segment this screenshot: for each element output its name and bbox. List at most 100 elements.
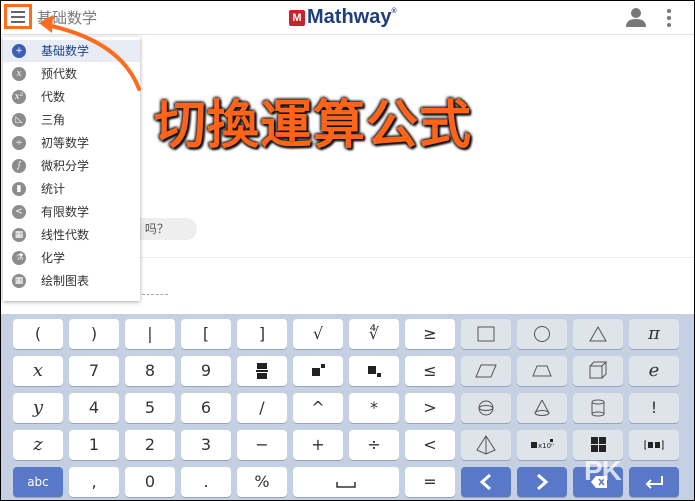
key-cube[interactable] bbox=[573, 356, 623, 386]
menu-item-trigonometry[interactable]: ◺ 三角 bbox=[3, 109, 140, 131]
divide-icon: ÷ bbox=[12, 136, 26, 150]
share-icon: < bbox=[12, 205, 26, 219]
cube-icon bbox=[589, 361, 608, 379]
key-circle[interactable] bbox=[517, 319, 567, 349]
key-percent[interactable]: % bbox=[237, 467, 287, 497]
key-x[interactable]: x bbox=[13, 356, 63, 386]
triangle-icon: ◺ bbox=[12, 113, 26, 127]
key-pi[interactable]: π bbox=[629, 319, 679, 349]
subscript-icon bbox=[368, 366, 381, 377]
space-icon bbox=[336, 482, 356, 488]
cone-icon bbox=[534, 399, 550, 416]
key-factorial[interactable]: ! bbox=[629, 393, 679, 423]
key-5[interactable]: 5 bbox=[125, 393, 175, 423]
menu-item-calculus[interactable]: ∫ 微积分学 bbox=[3, 155, 140, 177]
key-equals[interactable]: = bbox=[405, 467, 455, 497]
menu-item-label: 统计 bbox=[41, 182, 66, 196]
key-open-paren[interactable]: ( bbox=[13, 319, 63, 349]
key-parallelogram[interactable] bbox=[461, 356, 511, 386]
exponent-icon: x² bbox=[12, 90, 26, 104]
app-window: 基础数学 M Mathway® 么 吗？ 切換運算公式 + 基础数学 x 预代数 x²… bbox=[1, 1, 694, 500]
key-sphere[interactable] bbox=[461, 393, 511, 423]
key-0[interactable]: 0 bbox=[125, 467, 175, 497]
menu-item-label: 微积分学 bbox=[41, 159, 90, 173]
key-y[interactable]: y bbox=[13, 393, 63, 423]
key-geq[interactable]: ≥ bbox=[405, 319, 455, 349]
key-sqrt[interactable]: √ bbox=[293, 319, 343, 349]
key-divide-slash[interactable]: / bbox=[237, 393, 287, 423]
key-minus[interactable]: − bbox=[237, 430, 287, 460]
divider bbox=[141, 257, 694, 258]
key-close-paren[interactable]: ) bbox=[69, 319, 119, 349]
key-square[interactable] bbox=[461, 319, 511, 349]
key-2[interactable]: 2 bbox=[125, 430, 175, 460]
key-9[interactable]: 9 bbox=[181, 356, 231, 386]
sci-notation-label: x10ⁿ bbox=[538, 442, 554, 450]
key-trapezoid[interactable] bbox=[517, 356, 567, 386]
key-division[interactable]: ÷ bbox=[349, 430, 399, 460]
enter-icon bbox=[645, 476, 663, 489]
sphere-icon bbox=[478, 400, 494, 416]
key-subscript[interactable] bbox=[349, 356, 399, 386]
menu-item-statistics[interactable]: ▮ 统计 bbox=[3, 178, 140, 200]
cylinder-icon bbox=[591, 399, 605, 417]
key-caret[interactable]: ^ bbox=[293, 393, 343, 423]
menu-item-chemistry[interactable]: ⚗ 化学 bbox=[3, 247, 140, 269]
key-cylinder[interactable] bbox=[573, 393, 623, 423]
key-fraction[interactable] bbox=[237, 356, 287, 386]
key-vector[interactable] bbox=[629, 430, 679, 460]
key-1[interactable]: 1 bbox=[69, 430, 119, 460]
key-multiply[interactable]: * bbox=[349, 393, 399, 423]
menu-item-finite-math[interactable]: < 有限数学 bbox=[3, 201, 140, 223]
key-abc[interactable]: abc bbox=[13, 467, 63, 497]
triangle-icon bbox=[589, 325, 607, 342]
key-close-bracket[interactable]: ] bbox=[237, 319, 287, 349]
key-period[interactable]: . bbox=[181, 467, 231, 497]
bar-chart-icon: ▮ bbox=[12, 182, 26, 196]
user-icon[interactable] bbox=[625, 6, 647, 28]
key-comma[interactable]: , bbox=[69, 467, 119, 497]
logo-badge: M bbox=[289, 10, 305, 26]
key-z[interactable]: z bbox=[13, 430, 63, 460]
watermark: PK bbox=[584, 455, 622, 486]
key-nth-root[interactable]: ∜ bbox=[349, 319, 399, 349]
vector-icon bbox=[644, 440, 664, 450]
key-pyramid[interactable] bbox=[461, 430, 511, 460]
fraction-icon bbox=[256, 363, 268, 379]
key-leq[interactable]: ≤ bbox=[405, 356, 455, 386]
key-left-arrow[interactable] bbox=[461, 467, 511, 497]
key-4[interactable]: 4 bbox=[69, 393, 119, 423]
input-field[interactable] bbox=[142, 294, 168, 295]
superscript-icon bbox=[312, 364, 325, 376]
logo-text: Mathway bbox=[307, 6, 392, 28]
key-plus[interactable]: + bbox=[293, 430, 343, 460]
key-e[interactable]: e bbox=[629, 356, 679, 386]
key-enter[interactable] bbox=[629, 467, 679, 497]
key-cone[interactable] bbox=[517, 393, 567, 423]
menu-item-label: 线性代数 bbox=[41, 228, 90, 242]
pyramid-icon bbox=[476, 435, 496, 455]
key-absolute[interactable]: | bbox=[125, 319, 175, 349]
plus-icon: + bbox=[12, 44, 26, 58]
key-less[interactable]: < bbox=[405, 430, 455, 460]
key-right-arrow[interactable] bbox=[517, 467, 567, 497]
key-scientific-notation[interactable]: x10ⁿ bbox=[517, 430, 567, 460]
more-vertical-icon[interactable] bbox=[664, 7, 674, 29]
key-greater[interactable]: > bbox=[405, 393, 455, 423]
key-8[interactable]: 8 bbox=[125, 356, 175, 386]
hamburger-icon[interactable] bbox=[4, 4, 32, 29]
grid-icon: ▦ bbox=[12, 274, 26, 288]
square-icon bbox=[477, 326, 495, 342]
flask-icon: ⚗ bbox=[12, 251, 26, 265]
key-space[interactable] bbox=[293, 467, 399, 497]
key-6[interactable]: 6 bbox=[181, 393, 231, 423]
integral-icon: ∫ bbox=[12, 159, 26, 173]
key-open-bracket[interactable]: [ bbox=[181, 319, 231, 349]
key-3[interactable]: 3 bbox=[181, 430, 231, 460]
menu-item-linear-algebra[interactable]: ▦ 线性代数 bbox=[3, 224, 140, 246]
key-triangle[interactable] bbox=[573, 319, 623, 349]
menu-item-precalculus[interactable]: ÷ 初等数学 bbox=[3, 132, 140, 154]
key-7[interactable]: 7 bbox=[69, 356, 119, 386]
menu-item-graphing[interactable]: ▦ 绘制图表 bbox=[3, 270, 140, 292]
key-superscript[interactable] bbox=[293, 356, 343, 386]
